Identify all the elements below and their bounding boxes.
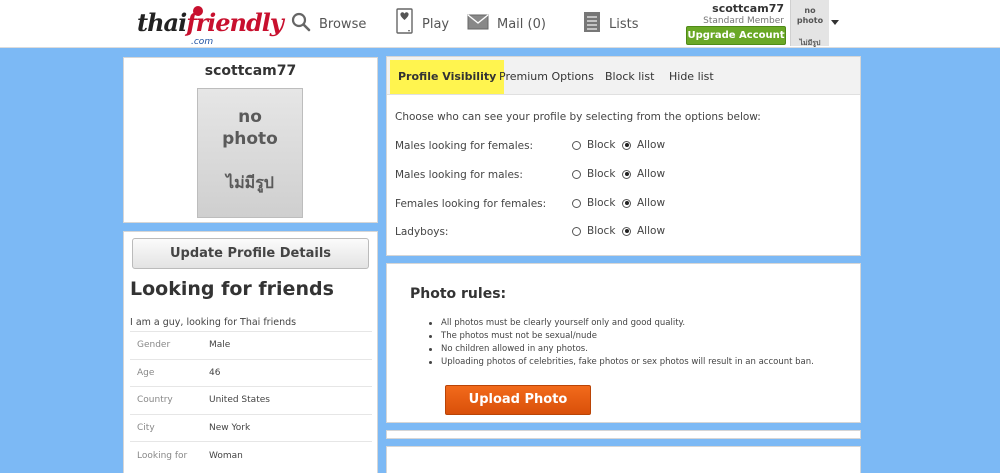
heart-card-icon — [396, 8, 414, 40]
field-key: Looking for — [130, 441, 209, 469]
visibility-row: Males looking for males: Block Allow — [395, 168, 855, 184]
allow-radio[interactable]: Allow — [622, 197, 665, 209]
list-item: The photos must not be sexual/nude — [419, 330, 814, 343]
allow-radio[interactable]: Allow — [622, 139, 665, 151]
update-profile-button[interactable]: Update Profile Details — [132, 238, 369, 269]
visibility-row-label: Males looking for males: — [395, 169, 523, 181]
profile-photo-placeholder[interactable]: no photo ไม่มีรูป — [197, 88, 303, 218]
nav-lists[interactable]: Lists — [583, 0, 639, 48]
tab-hide-list[interactable]: Hide list — [669, 60, 714, 94]
site-logo[interactable]: thaifriendly .com — [137, 6, 284, 47]
field-value: 46 — [209, 358, 372, 387]
field-key: Age — [130, 358, 209, 387]
radio-icon — [572, 140, 581, 150]
looking-for-heading: Looking for friends — [130, 278, 334, 300]
nophoto-text-no: no — [238, 107, 262, 127]
avatar-text-no: no — [804, 6, 816, 15]
search-icon — [291, 12, 311, 36]
field-value: Woman — [209, 441, 372, 469]
account-summary: scottcam77 Standard Member — [703, 3, 784, 27]
radio-icon — [572, 198, 581, 208]
table-row: Looking for Woman — [130, 441, 372, 469]
radio-selected-icon — [622, 169, 631, 179]
avatar-text-thai: ไม่มีรูป — [799, 39, 821, 47]
nophoto-text-photo: photo — [222, 129, 278, 149]
field-key: City — [130, 413, 209, 442]
profile-details-panel: Update Profile Details Looking for frien… — [123, 231, 378, 473]
visibility-intro: Choose who can see your profile by selec… — [395, 111, 761, 123]
visibility-panel: Profile Visibility Premium Options Block… — [386, 56, 861, 256]
field-key: Country — [130, 386, 209, 414]
field-value: New York — [209, 413, 372, 442]
list-item: Uploading photos of celebrities, fake ph… — [419, 356, 814, 369]
settings-tabs: Profile Visibility Premium Options Block… — [387, 57, 860, 95]
visibility-row-label: Ladyboys: — [395, 226, 449, 238]
visibility-row-label: Males looking for females: — [395, 140, 534, 152]
avatar-text-photo: photo — [796, 16, 824, 25]
tab-block-list[interactable]: Block list — [605, 60, 654, 94]
block-label: Block — [587, 139, 616, 151]
nav-lists-label: Lists — [609, 16, 639, 32]
photo-rules-title: Photo rules: — [410, 286, 507, 302]
nav-browse[interactable]: Browse — [291, 0, 366, 48]
upgrade-account-button[interactable]: Upgrade Account — [686, 26, 786, 45]
allow-label: Allow — [637, 168, 666, 180]
profile-card: scottcam77 no photo ไม่มีรูป — [123, 57, 378, 223]
upload-photo-button[interactable]: Upload Photo — [445, 385, 591, 415]
tab-premium-options[interactable]: Premium Options — [499, 60, 594, 94]
field-value: United States — [209, 386, 372, 414]
logo-domain: .com — [191, 37, 214, 47]
spacer-panel — [386, 430, 861, 439]
block-label: Block — [587, 197, 616, 209]
nophoto-text-thai: ไม่มีรูป — [226, 173, 274, 192]
tab-profile-visibility[interactable]: Profile Visibility — [390, 60, 505, 94]
block-label: Block — [587, 225, 616, 237]
table-row: City New York — [130, 413, 372, 442]
radio-selected-icon — [622, 226, 631, 236]
radio-selected-icon — [622, 140, 631, 150]
chevron-down-icon[interactable] — [831, 20, 839, 25]
radio-selected-icon — [622, 198, 631, 208]
table-row: Age 46 — [130, 358, 372, 387]
block-radio[interactable]: Block — [572, 139, 615, 151]
list-item: No children allowed in any photos. — [419, 343, 814, 356]
header-username: scottcam77 — [712, 2, 784, 15]
nav-play-label: Play — [422, 16, 450, 32]
allow-radio[interactable]: Allow — [622, 168, 665, 180]
block-label: Block — [587, 168, 616, 180]
list-icon — [583, 11, 601, 37]
bottom-panel — [386, 446, 861, 473]
field-key: Gender — [130, 331, 209, 359]
block-radio[interactable]: Block — [572, 197, 615, 209]
mail-icon — [467, 14, 489, 34]
nav-browse-label: Browse — [319, 16, 367, 32]
allow-label: Allow — [637, 139, 666, 151]
avatar[interactable]: no photo ไม่มีรูป — [790, 0, 829, 47]
allow-label: Allow — [637, 197, 666, 209]
block-radio[interactable]: Block — [572, 225, 615, 237]
profile-info-table: Gender Male Age 46 Country United States Ci… — [130, 331, 372, 469]
visibility-row: Females looking for females: Block Allow — [395, 197, 855, 213]
radio-icon — [572, 226, 581, 236]
allow-label: Allow — [637, 225, 666, 237]
nav-mail-label: Mail (0) — [497, 16, 546, 32]
block-radio[interactable]: Block — [572, 168, 615, 180]
profile-username: scottcam77 — [204, 63, 297, 79]
table-row: Country United States — [130, 386, 372, 414]
table-row: Gender Male — [130, 331, 372, 359]
photo-rules-list: All photos must be clearly yourself only… — [419, 317, 814, 369]
field-value: Male — [209, 331, 372, 359]
visibility-row-label: Females looking for females: — [395, 198, 547, 210]
logo-text: thaifriendly — [137, 8, 284, 37]
nav-mail[interactable]: Mail (0) — [467, 0, 546, 48]
nav-play[interactable]: Play — [396, 0, 449, 48]
visibility-row: Ladyboys: Block Allow — [395, 225, 855, 241]
top-header: thaifriendly .com Browse Play Mail (0) L… — [0, 0, 1000, 48]
allow-radio[interactable]: Allow — [622, 225, 665, 237]
list-item: All photos must be clearly yourself only… — [419, 317, 814, 330]
photo-rules-panel: Photo rules: All photos must be clearly … — [386, 263, 861, 423]
radio-icon — [572, 169, 581, 179]
profile-intro: I am a guy, looking for Thai friends — [130, 317, 297, 328]
visibility-row: Males looking for females: Block Allow — [395, 139, 855, 155]
